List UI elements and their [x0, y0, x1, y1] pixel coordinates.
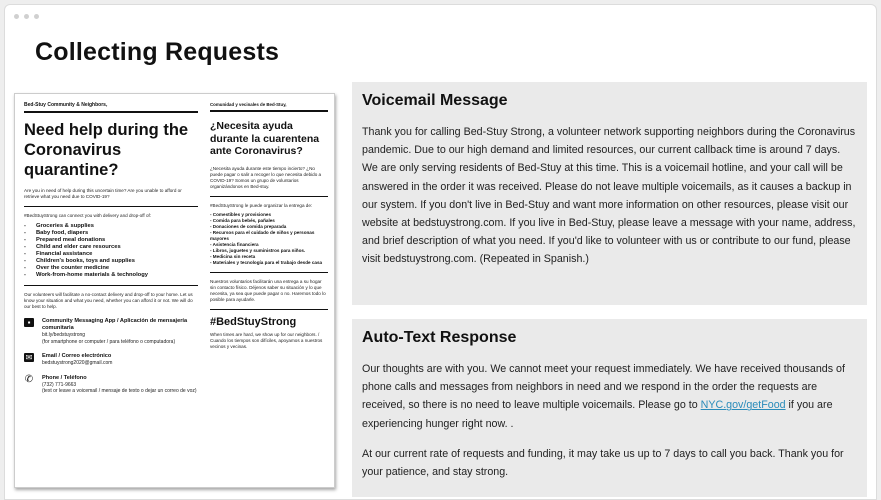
list-item: Over the counter medicine [24, 265, 198, 272]
phone-icon: ✆ [24, 373, 34, 385]
voicemail-heading: Voicemail Message [362, 92, 508, 109]
flyer-intro-es: ¿Necesita ayuda durante este tiempo inci… [210, 165, 322, 189]
list-item: - Materiales y tecnología para el trabaj… [210, 259, 323, 265]
flyer-spanish-column: Comunidad y vecinales de Bed-Stuy, ¿Nece… [210, 102, 328, 350]
autotext-panel: Auto-Text Response Our thoughts are with… [352, 319, 867, 497]
flyer-volunteers-es: Nuestros voluntarios facilitarán una ent… [210, 278, 326, 302]
flyer-offer-es: #BedStuyStrong le puede organizar la ent… [210, 202, 313, 208]
list-item: Baby food, diapers [24, 230, 198, 237]
flyer-hashtag: #BedStuyStrong [210, 315, 297, 328]
autotext-body-2: At our current rate of requests and fund… [362, 447, 844, 479]
list-item: Financial assistance [24, 251, 198, 258]
list-item: - Recursos para el cuidado de niños y pe… [210, 229, 315, 241]
flyer-intro-en: Are you in need of help during this unce… [24, 188, 182, 199]
autotext-heading: Auto-Text Response [362, 329, 517, 346]
flyer-headline-es: ¿Necesita ayuda durante la cuarentena an… [210, 120, 320, 157]
flyer-items-en: Groceries & supplies Baby food, diapers … [24, 223, 198, 279]
window: Collecting Requests Bed-Stuy Community &… [4, 4, 877, 500]
flyer-english-column: Bed-Stuy Community & Neighbors, Need hel… [24, 102, 198, 395]
voicemail-panel: Voicemail Message Thank you for calling … [352, 82, 867, 305]
flyer-volunteers-en: Our volunteers will facilitate a no-cont… [24, 292, 193, 309]
chat-icon: ▪ [24, 318, 34, 327]
flyer-image: Bed-Stuy Community & Neighbors, Need hel… [14, 93, 335, 488]
flyer-contact-app: ▪ Community Messaging App / Aplicación d… [24, 318, 198, 345]
envelope-icon: ✉ [24, 353, 34, 362]
list-item: Prepared meal donations [24, 237, 198, 244]
getfood-link[interactable]: NYC.gov/getFood [701, 399, 786, 411]
flyer-header-en: Bed-Stuy Community & Neighbors, [24, 102, 108, 108]
flyer-contact-email: ✉ Email / Correo electrónico bedstuystro… [24, 353, 113, 366]
window-dot[interactable] [14, 14, 19, 19]
window-dot[interactable] [34, 14, 39, 19]
list-item: Children's books, toys and supplies [24, 258, 198, 265]
flyer-offer-en: #BedStuyStrong can connect you with deli… [24, 213, 152, 218]
page-title: Collecting Requests [35, 38, 280, 66]
flyer-items-es: - Comestibles y provisiones - Comida par… [210, 212, 328, 266]
list-item: Work-from-home materials & technology [24, 272, 198, 279]
flyer-contact-phone: ✆ Phone / Teléfono (732) 771-9663 (text … [24, 373, 197, 394]
flyer-headline-en: Need help during the Coronavirus quarant… [24, 121, 189, 179]
flyer-closing: When times are hard, we show up for our … [210, 331, 323, 349]
window-controls [14, 14, 39, 19]
list-item: Groceries & supplies [24, 223, 198, 230]
window-dot[interactable] [24, 14, 29, 19]
flyer-header-es: Comunidad y vecinales de Bed-Stuy, [210, 102, 287, 107]
list-item: Child and elder care resources [24, 244, 198, 251]
voicemail-body: Thank you for calling Bed-Stuy Strong, a… [362, 126, 856, 266]
autotext-body: Our thoughts are with you. We cannot mee… [362, 363, 845, 430]
